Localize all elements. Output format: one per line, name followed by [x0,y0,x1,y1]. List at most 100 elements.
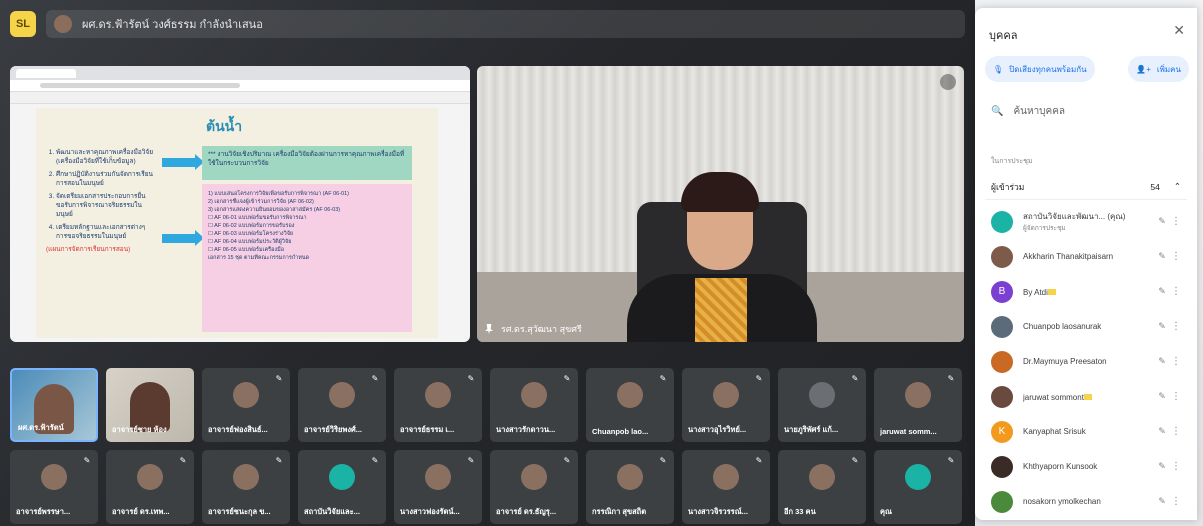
participant-tile[interactable]: ✎ อาจารย์ ดร.เทพ... [106,450,194,524]
panel-title: บุคคล [989,30,1018,42]
pink-row: ☐ AF 06-02 แบบฟอร์มการขอรับรอง [208,223,295,229]
participant-tile[interactable]: ✎ jaruwat somm... [874,368,962,442]
participant-tile[interactable]: ✎ นางสาวรักดาวน... [490,368,578,442]
mic-off-icon[interactable]: ✎ [1155,251,1169,262]
participant-name: อาจารย์ฟองสินธ์... [208,425,268,434]
mic-off-icon: ✎ [83,456,91,465]
participant-avatar [617,382,643,408]
participant-tile[interactable]: ✎ อาจารย์ ดร.ธัญรุ... [490,450,578,524]
chevron-up-icon[interactable]: ⌃ [1174,181,1181,192]
participant-tile[interactable]: ✎ อาจารย์ธรรม เ... [394,368,482,442]
close-icon[interactable]: ✕ [1173,22,1185,39]
more-options-icon[interactable]: ⋮ [1169,496,1183,507]
participant-tile[interactable]: ✎ สถาบันวิจัยและ... [298,450,386,524]
mic-off-icon[interactable]: ✎ [1155,391,1169,402]
participant-tile[interactable]: ✎ นางสาวจิรวรรณ์... [682,450,770,524]
participant-tile[interactable]: ✎ อาจารย์ชนะกุล ข... [202,450,290,524]
pink-row: ☐ AF 06-01 แบบฟอร์มขอรับการพิจารณา [208,215,307,221]
shared-browser-urlbar [10,80,470,92]
mic-off-icon[interactable]: ✎ [1155,286,1169,297]
mic-off-icon[interactable]: ✎ [1155,461,1169,472]
participant-role: ผู้จัดการประชุม [1023,225,1066,232]
participant-row[interactable]: Dr.Maymuya Preesaton ✎ ⋮ [985,344,1187,379]
participant-name: อีก 33 คน [784,507,816,516]
participant-tile[interactable]: ✎ อาจารย์ฟองสินธ์... [202,368,290,442]
participant-avatar [233,464,259,490]
participants-group-header[interactable]: ผู้เข้าร่วม 54 ⌃ [985,174,1187,200]
participant-grid: ผศ.ดร.ฟ้ารัตน์ อาจารย์ชาย ห้อง ✎ อาจารย์ฟอง… [10,368,968,524]
participant-tile[interactable]: ✎ อีก 33 คน [778,450,866,524]
participant-avatar [809,464,835,490]
mic-off-icon[interactable]: ✎ [1155,426,1169,437]
avatar [991,350,1013,373]
pin-icon[interactable] [485,324,493,334]
avatar [991,455,1013,478]
participant-avatar [905,382,931,408]
participant-tile[interactable]: ✎ นายภูริพัศร์ แก้... [778,368,866,442]
mic-off-icon[interactable]: ✎ [1155,216,1169,227]
mic-off-icon: ✎ [755,374,763,383]
participant-avatar [41,464,67,490]
mic-off-icon[interactable]: ✎ [1155,356,1169,367]
slide-note: (แผนการจัดการเรียนการสอน) [46,246,131,253]
more-options-icon[interactable]: ⋮ [1169,216,1183,227]
slide-step: พัฒนาและหาคุณภาพเครื่องมือวิจัย (เครื่อง… [56,148,158,166]
participant-name: สถาบันวิจัยและ... [304,507,360,516]
avatar [991,385,1013,408]
more-options-icon[interactable]: ⋮ [1169,251,1183,262]
more-options-icon[interactable]: ⋮ [1169,286,1183,297]
participant-tile[interactable]: ✎ นางสาวอุไรวิทย์... [682,368,770,442]
more-options-icon[interactable]: ⋮ [1169,426,1183,437]
participant-row[interactable]: nosakorn ymolkechan ✎ ⋮ [985,484,1187,519]
pink-row: 3) เอกสารแสดงความยินยอมของอาสาสมัคร (AF … [208,207,341,213]
mic-off-icon: ✎ [467,456,475,465]
participant-row[interactable]: สถาบันวิจัยและพัฒนา... (คุณ) ผู้จัดการประ… [985,204,1187,239]
participant-avatar [617,464,643,490]
participant-name: คุณ [880,507,892,516]
participant-row[interactable]: jaruwat sommont ✎ ⋮ [985,379,1187,414]
more-options-icon[interactable]: ⋮ [1169,321,1183,332]
participant-tile[interactable]: ✎ Chuanpob lao... [586,368,674,442]
mic-off-icon: ✎ [659,456,667,465]
more-options-icon[interactable]: ⋮ [1169,461,1183,472]
add-people-button[interactable]: 👤+ เพิ่มคน [1128,56,1189,82]
mic-off-icon[interactable]: ✎ [1155,321,1169,332]
pink-row: ☐ AF 06-04 แบบฟอร์มประวัติผู้วิจัย [208,239,292,245]
screen-share-tile[interactable]: ต้นน้ำ พัฒนาและหาคุณภาพเครื่องมือวิจัย (… [10,66,470,342]
mic-off-icon: ✎ [563,456,571,465]
search-people-input[interactable]: 🔍 ค้นหาบุคคล [991,104,1065,119]
participant-avatar [233,382,259,408]
more-options-icon[interactable]: ⋮ [1169,391,1183,402]
mic-off-icon[interactable]: ✎ [1155,496,1169,507]
app-badge[interactable]: SL [10,11,36,37]
participant-row[interactable]: Khthyaporn Kunsook ✎ ⋮ [985,449,1187,484]
participant-tile[interactable]: ✎ อาจารย์พรรษา... [10,450,98,524]
group-label: ผู้เข้าร่วม [991,181,1025,192]
participant-row[interactable]: Chuanpob laosanurak ✎ ⋮ [985,309,1187,344]
more-options-icon[interactable]: ⋮ [1169,356,1183,367]
mic-off-icon: ✎ [947,374,955,383]
pink-row: ☐ AF 06-03 แบบฟอร์มโครงร่างวิจัย [208,231,294,237]
participant-avatar [713,464,739,490]
panel-actions: 🎙 ปิดเสียงทุกคนพร้อมกัน 👤+ เพิ่มคน [985,56,1189,82]
participant-tile[interactable]: ✎ คุณ [874,450,962,524]
participant-tile[interactable]: ✎ นางสาวฟองรัตน์... [394,450,482,524]
participant-tile[interactable]: ✎ อาจารย์วิริยพงศ์... [298,368,386,442]
participant-name: Kanyaphat Srisuk [1023,427,1086,436]
participant-tile[interactable]: ผศ.ดร.ฟ้ารัตน์ [10,368,98,442]
avatar [991,245,1013,268]
tile-options-icon[interactable] [940,74,956,90]
participant-name: Dr.Maymuya Preesaton [1023,357,1107,366]
participant-row[interactable]: K Kanyaphat Srisuk ✎ ⋮ [985,414,1187,449]
participant-name: jaruwat somm... [880,427,937,436]
mute-all-button[interactable]: 🎙 ปิดเสียงทุกคนพร้อมกัน [985,56,1095,82]
participant-tile[interactable]: อาจารย์ชาย ห้อง [106,368,194,442]
pink-row: ☐ AF 06-05 แบบฟอร์มเครื่องมือ [208,247,285,253]
slide-title: ต้นน้ำ [206,118,243,134]
participant-tile[interactable]: ✎ กรรณิกา สุขสถิต [586,450,674,524]
active-speaker-tile[interactable]: รศ.ดร.สุวัฒนา สุขศรี [477,66,964,342]
participant-row[interactable]: B By Atdi ✎ ⋮ [985,274,1187,309]
participant-name: นางสาวอุไรวิทย์... [688,425,747,434]
avatar: B [991,280,1013,303]
participant-row[interactable]: Akkharin Thanakitpaisarn ✎ ⋮ [985,239,1187,274]
